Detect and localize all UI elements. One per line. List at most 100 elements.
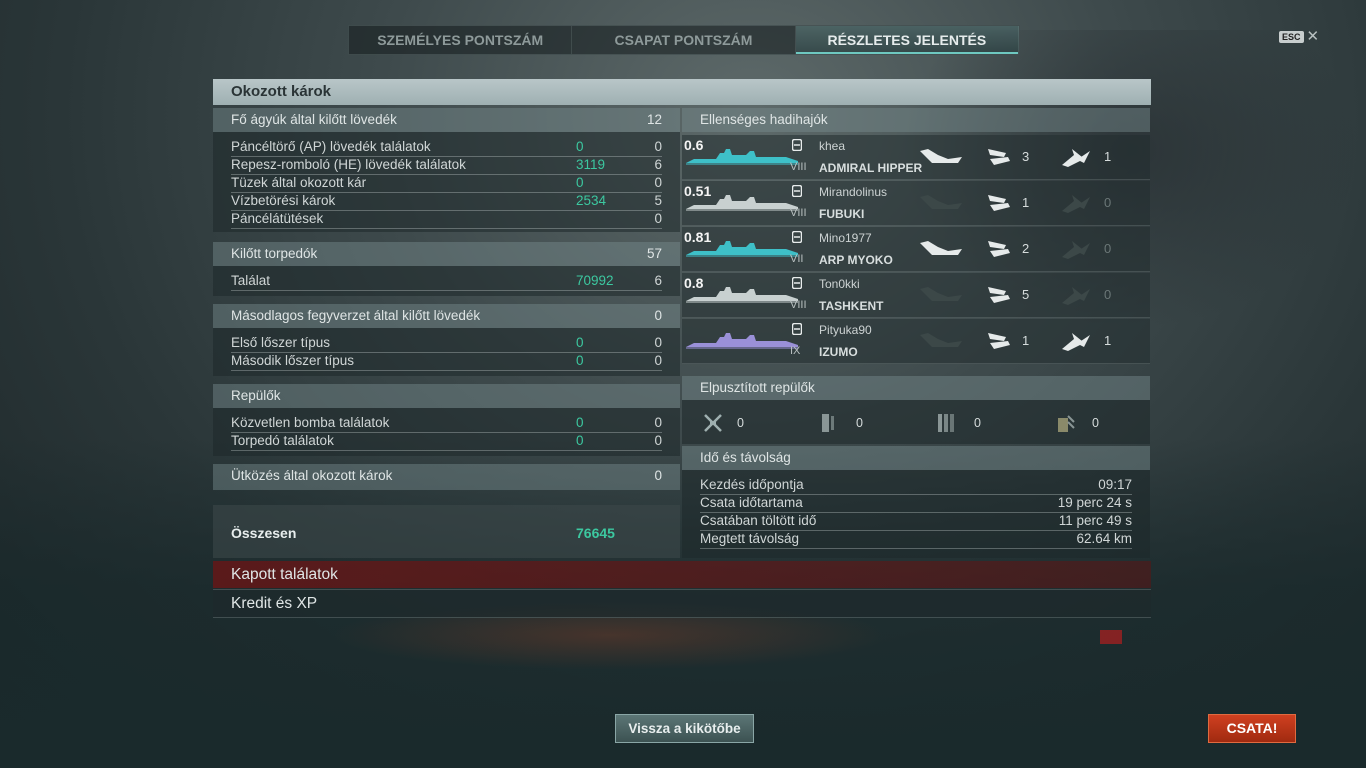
sunk-ship-icon: [920, 333, 962, 347]
torpedo-hits-icon: [1062, 241, 1090, 259]
destroyed-planes-body: 0 0 0 0: [682, 400, 1150, 444]
enemy-ship-row: 0.81 VII Mino1977 ARP MYOKO 2 0: [682, 227, 1150, 272]
time-value: 11 perc 49 s: [1058, 513, 1132, 528]
torpedoes-title: Kilőtt torpedók: [231, 246, 318, 261]
stat-row: Második lőszer típus 0 0: [231, 352, 662, 371]
total-value: 76645: [576, 525, 615, 541]
stat-damage: 0: [576, 139, 584, 154]
stat-label: Második lőszer típus: [231, 353, 355, 368]
received-hits-bar[interactable]: Kapott találatok: [213, 561, 1151, 588]
shell-hits-count: 3: [1022, 149, 1030, 164]
time-value: 09:17: [1098, 477, 1132, 492]
stat-row: Tüzek által okozott kár 0 0: [231, 174, 662, 193]
secondary-title: Másodlagos fegyverzet által kilőtt löved…: [231, 308, 481, 323]
time-row: Csatában töltött idő 11 perc 49 s: [700, 512, 1132, 531]
ship-tier: IX: [790, 345, 801, 357]
sunk-ship-icon: [920, 241, 962, 255]
battle-button[interactable]: CSATA!: [1208, 714, 1296, 743]
torpedo-hits-icon: [1062, 149, 1090, 167]
stat-row: Páncéltörő (AP) lövedék találatok 0 0: [231, 138, 662, 157]
time-row: Csata időtartama 19 perc 24 s: [700, 494, 1132, 513]
tab-detailed-report[interactable]: RÉSZLETES JELENTÉS: [795, 26, 1019, 54]
planes-section: Repülők: [213, 384, 680, 408]
stat-row: Repesz-romboló (HE) lövedék találatok 31…: [231, 156, 662, 175]
enemy-ship-row: 0.51 VIII Mirandolinus FUBUKI 1 0: [682, 181, 1150, 226]
ship-tier: VII: [790, 253, 804, 265]
dive-bomber-icon: [938, 414, 954, 432]
enemy-ships-title: Ellenséges hadihajók: [700, 112, 828, 127]
stat-label: Vízbetörési károk: [231, 193, 336, 208]
stat-label: Tüzek által okozott kár: [231, 175, 367, 190]
ramming-value: 0: [654, 468, 662, 483]
torpedo-hits-count: 1: [1104, 333, 1112, 348]
stat-row: Vízbetörési károk 2534 5: [231, 192, 662, 211]
sunk-ship-icon: [920, 287, 962, 301]
shell-hits-count: 5: [1022, 287, 1030, 302]
ramming-label: Ütközés által okozott károk: [231, 468, 393, 483]
ramming-section: Ütközés által okozott károk 0: [213, 464, 680, 490]
time-value: 62.64 km: [1076, 531, 1132, 546]
stat-count: 0: [654, 353, 662, 368]
torpedoes-total: 57: [646, 246, 662, 261]
stat-count: 0: [654, 415, 662, 430]
player-name: Mino1977: [819, 231, 872, 245]
shell-hits-count: 2: [1022, 241, 1030, 256]
ship-class-icon: [792, 139, 802, 151]
shell-hits-icon: [988, 195, 1010, 211]
time-distance-section: Idő és távolság: [682, 446, 1150, 470]
ship-name: TASHKENT: [819, 299, 884, 313]
shell-hits-count: 1: [1022, 333, 1030, 348]
torpedo-hits-count: 0: [1104, 195, 1112, 210]
stat-count: 6: [654, 273, 662, 288]
enemy-ship-row: 0.6 VIII khea ADMIRAL HIPPER 3 1: [682, 135, 1150, 180]
destroyed-planes-title: Elpusztított repülők: [700, 380, 815, 395]
esc-key-label: ESC: [1279, 31, 1304, 43]
received-hits-label: Kapott találatok: [231, 566, 338, 583]
stat-count: 6: [654, 157, 662, 172]
torpedo-hits-count: 1: [1104, 149, 1112, 164]
credits-xp-bar[interactable]: Kredit és XP: [213, 589, 1151, 618]
ship-name: IZUMO: [819, 345, 858, 359]
ship-tier: VIII: [790, 161, 807, 173]
stat-count: 0: [654, 211, 662, 226]
secondary-total: 0: [654, 308, 662, 323]
main-guns-total: 12: [646, 112, 662, 127]
stat-label: Páncélátütések: [231, 211, 324, 226]
stat-count: 0: [654, 139, 662, 154]
stat-damage: 0: [576, 175, 584, 190]
dive-bomber-count: 0: [974, 416, 981, 430]
sunk-ship-icon: [920, 195, 962, 209]
planes-body: Közvetlen bomba találatok 0 0 Torpedó ta…: [213, 408, 680, 456]
player-name: Pityuka90: [819, 323, 872, 337]
torpedo-bomber-count: 0: [856, 416, 863, 430]
back-to-port-button[interactable]: Vissza a kikötőbe: [615, 714, 754, 743]
close-button[interactable]: ESC ✕: [1279, 29, 1319, 44]
ship-hp-value: 0.81: [684, 229, 712, 245]
secondary-section: Másodlagos fegyverzet által kilőtt löved…: [213, 304, 680, 328]
time-row: Kezdés időpontja 09:17: [700, 476, 1132, 495]
total-label: Összesen: [231, 525, 297, 541]
tab-personal-score[interactable]: SZEMÉLYES PONTSZÁM: [349, 26, 573, 54]
stat-damage: 3119: [576, 157, 606, 172]
time-label: Megtett távolság: [700, 531, 800, 546]
torpedoes-section: Kilőtt torpedók 57: [213, 242, 680, 266]
stat-damage: 0: [576, 415, 584, 430]
destroyed-planes-section: Elpusztított repülők: [682, 376, 1150, 400]
tab-team-score[interactable]: CSAPAT PONTSZÁM: [572, 26, 796, 54]
stat-row: Találat 70992 6: [231, 272, 662, 291]
stat-label: Repesz-romboló (HE) lövedék találatok: [231, 157, 466, 172]
ship-class-icon: [792, 323, 802, 335]
ship-tier: VIII: [790, 207, 807, 219]
tab-bar: SZEMÉLYES PONTSZÁM CSAPAT PONTSZÁM RÉSZL…: [348, 25, 1020, 55]
torpedo-hits-icon: [1062, 333, 1090, 351]
ship-name: FUBUKI: [819, 207, 865, 221]
scout-plane-icon: [1058, 415, 1075, 432]
stat-count: 0: [654, 175, 662, 190]
time-row: Megtett távolság 62.64 km: [700, 530, 1132, 549]
shell-hits-icon: [988, 241, 1010, 257]
stat-label: Páncéltörő (AP) lövedék találatok: [231, 139, 431, 154]
sunk-ship-icon: [920, 149, 962, 163]
ship-class-icon: [792, 185, 802, 197]
shell-hits-icon: [988, 333, 1010, 349]
ship-hp-value: 0.8: [684, 275, 704, 291]
